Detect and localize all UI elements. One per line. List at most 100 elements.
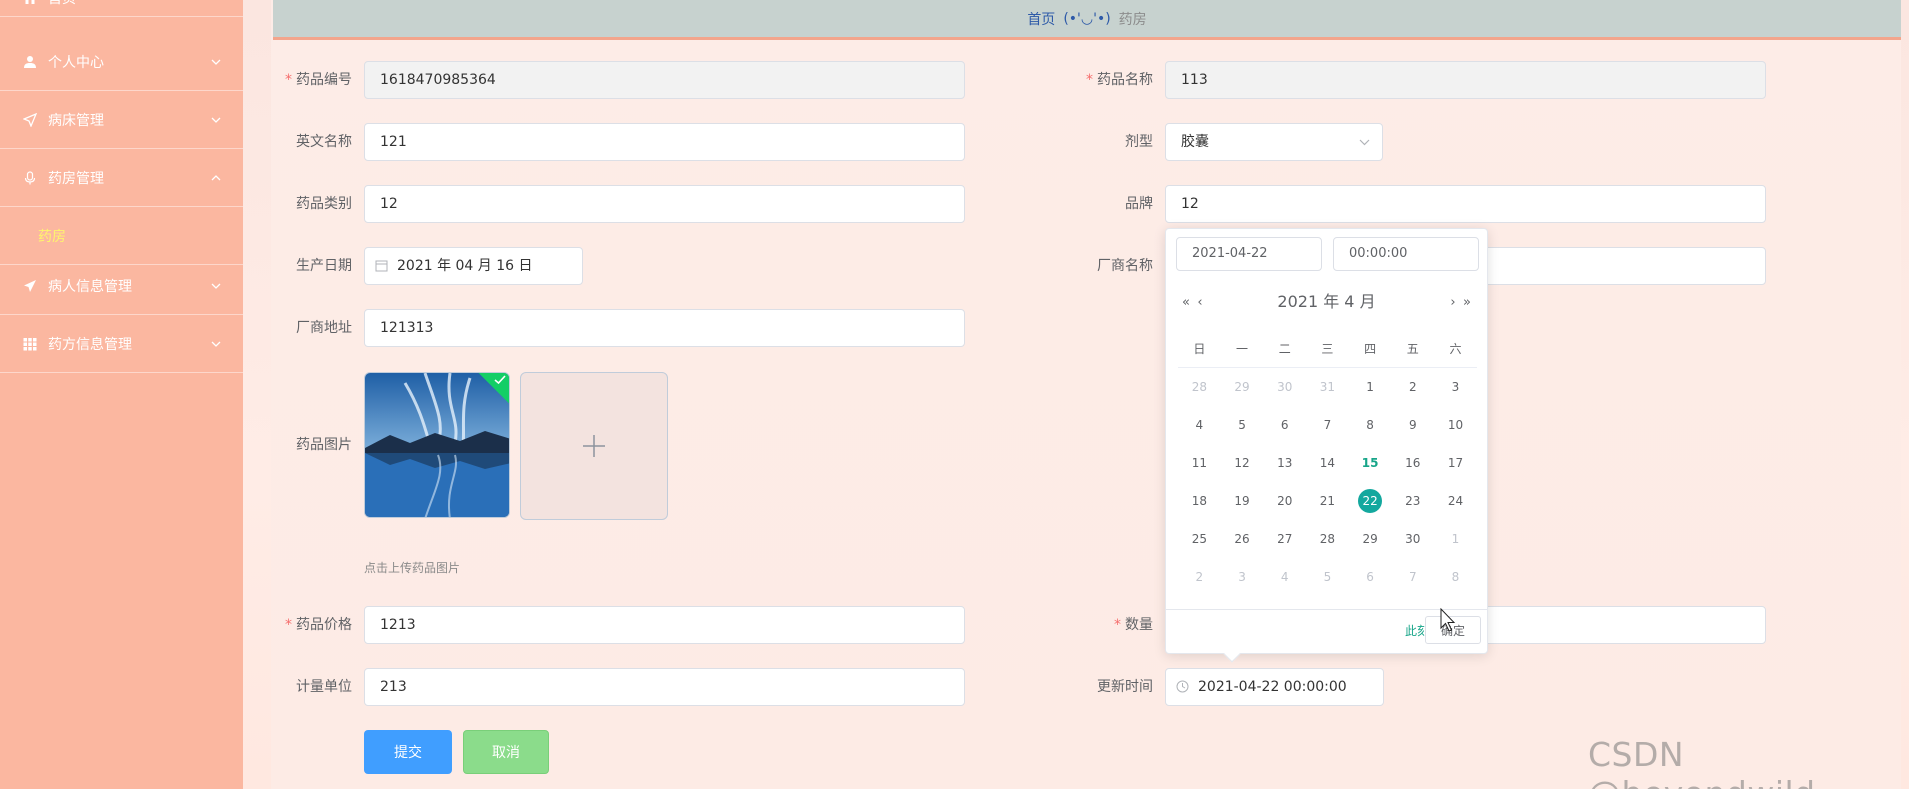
chevron-down-icon <box>211 57 221 67</box>
chevron-down-icon <box>211 281 221 291</box>
calendar-day[interactable]: 1 <box>1349 372 1392 402</box>
calendar-day[interactable]: 3 <box>1221 562 1264 592</box>
calendar-day[interactable]: 29 <box>1349 524 1392 554</box>
calendar-day[interactable]: 19 <box>1221 486 1264 516</box>
picker-month-header[interactable]: 2021 年 4 月 <box>1166 289 1487 315</box>
calendar-day[interactable]: 28 <box>1178 372 1221 402</box>
dosage-form-select[interactable]: 胶囊 <box>1165 123 1383 161</box>
sidebar-item-beds[interactable]: 病床管理 <box>0 92 243 149</box>
calendar-day[interactable]: 4 <box>1263 562 1306 592</box>
calendar-day[interactable]: 6 <box>1349 562 1392 592</box>
calendar-day[interactable]: 7 <box>1391 562 1434 592</box>
calendar-day[interactable]: 1 <box>1434 524 1477 554</box>
next-year-icon[interactable]: » <box>1457 292 1477 312</box>
check-icon <box>494 375 506 385</box>
calendar-day[interactable]: 28 <box>1306 524 1349 554</box>
category-input[interactable]: 12 <box>364 185 965 223</box>
calendar-day-today[interactable]: 15 <box>1349 448 1392 478</box>
sidebar-item-home[interactable]: 首页 <box>0 0 243 17</box>
submit-button[interactable]: 提交 <box>364 730 452 774</box>
upload-tip: 点击上传药品图片 <box>364 561 461 575</box>
sidebar-item-patients[interactable]: 病人信息管理 <box>0 258 243 315</box>
calendar-day-label: 3 <box>1451 380 1460 394</box>
dosage-form-label: 剂型 <box>1125 134 1153 150</box>
calendar-day-label: 6 <box>1366 570 1374 584</box>
calendar-day[interactable]: 8 <box>1349 410 1392 440</box>
calendar-day[interactable]: 7 <box>1306 410 1349 440</box>
unit-label: 计量单位 <box>296 679 352 695</box>
calendar-day-selected[interactable]: 22 <box>1349 486 1392 516</box>
calendar-day[interactable]: 31 <box>1306 372 1349 402</box>
calendar-day-label: 22 <box>1358 489 1383 513</box>
calendar-day[interactable]: 24 <box>1434 486 1477 516</box>
calendar-day[interactable]: 5 <box>1306 562 1349 592</box>
calendar-day[interactable]: 5 <box>1221 410 1264 440</box>
sidebar-item-profile[interactable]: 个人中心 <box>0 34 243 91</box>
manufacturer-address-input[interactable]: 121313 <box>364 309 965 347</box>
calendar-day[interactable]: 25 <box>1178 524 1221 554</box>
calendar-day[interactable]: 21 <box>1306 486 1349 516</box>
home-icon <box>22 0 38 6</box>
calendar-day[interactable]: 2 <box>1178 562 1221 592</box>
calendar-week-row: 25 26 27 28 29 30 1 <box>1178 520 1477 558</box>
calendar-day[interactable]: 11 <box>1178 448 1221 478</box>
breadcrumb-current: 药房 <box>1118 11 1147 28</box>
calendar-day-label: 6 <box>1280 418 1289 432</box>
picker-footer: 此刻 确定 <box>1166 609 1487 653</box>
calendar-icon <box>375 250 389 272</box>
drug-code-input[interactable]: 1618470985364 <box>364 61 965 99</box>
calendar-day[interactable]: 4 <box>1178 410 1221 440</box>
production-date-input[interactable]: 2021 年 04 月 16 日 <box>364 247 583 285</box>
calendar-day[interactable]: 12 <box>1221 448 1264 478</box>
calendar-week-row: 4 5 6 7 8 9 10 <box>1178 406 1477 444</box>
calendar-day-label: 4 <box>1195 418 1204 432</box>
calendar-day[interactable]: 9 <box>1391 410 1434 440</box>
calendar-day[interactable]: 30 <box>1391 524 1434 554</box>
calendar-day-label: 28 <box>1191 380 1207 394</box>
picker-date-input[interactable]: 2021-04-22 <box>1176 237 1322 271</box>
calendar-day[interactable]: 14 <box>1306 448 1349 478</box>
uploaded-image-thumbnail[interactable] <box>364 372 510 518</box>
calendar-day-label: 5 <box>1323 570 1332 584</box>
cancel-button[interactable]: 取消 <box>463 730 549 774</box>
calendar-day[interactable]: 26 <box>1221 524 1264 554</box>
calendar-day[interactable]: 6 <box>1263 410 1306 440</box>
brand-input[interactable]: 12 <box>1165 185 1766 223</box>
calendar-day[interactable]: 2 <box>1391 372 1434 402</box>
english-name-input[interactable]: 121 <box>364 123 965 161</box>
breadcrumb-home[interactable]: 首页 <box>1027 9 1055 29</box>
production-date-label: 生产日期 <box>296 258 352 274</box>
price-input[interactable]: 1213 <box>364 606 965 644</box>
calendar-day-label: 4 <box>1280 570 1289 584</box>
sidebar-subitem-pharmacy[interactable]: 药房 <box>0 208 243 265</box>
sidebar-item-prescriptions[interactable]: 药方信息管理 <box>0 316 243 373</box>
calendar-day[interactable]: 27 <box>1263 524 1306 554</box>
sidebar-item-pharmacy[interactable]: 药房管理 <box>0 150 243 207</box>
picker-time-input[interactable]: 00:00:00 <box>1333 237 1479 271</box>
calendar-day[interactable]: 29 <box>1221 372 1264 402</box>
calendar-day[interactable]: 16 <box>1391 448 1434 478</box>
calendar-day-label: 7 <box>1323 418 1332 432</box>
landscape-image <box>365 373 509 517</box>
calendar-day[interactable]: 17 <box>1434 448 1477 478</box>
calendar-day[interactable]: 23 <box>1391 486 1434 516</box>
update-time-input[interactable]: 2021-04-22 00:00:00 <box>1165 668 1384 706</box>
unit-input[interactable]: 213 <box>364 668 965 706</box>
drug-name-input[interactable]: 113 <box>1165 61 1766 99</box>
calendar-day[interactable]: 10 <box>1434 410 1477 440</box>
calendar-grid: 日一二三四五六 28 29 30 31 1 2 3 4 5 6 7 8 9 10 11 12 13 14 15 16 1… <box>1178 330 1477 596</box>
calendar-day[interactable]: 3 <box>1434 372 1477 402</box>
production-date-value: 2021 年 04 月 16 日 <box>397 258 533 274</box>
weekday-label: 二 <box>1278 341 1291 356</box>
calendar-day[interactable]: 8 <box>1434 562 1477 592</box>
calendar-day[interactable]: 30 <box>1263 372 1306 402</box>
upload-add-button[interactable] <box>520 372 668 520</box>
calendar-day[interactable]: 20 <box>1263 486 1306 516</box>
chevron-down-icon <box>211 339 221 349</box>
calendar-day-label: 18 <box>1191 494 1207 508</box>
calendar-day[interactable]: 13 <box>1263 448 1306 478</box>
calendar-day-label: 26 <box>1234 532 1250 546</box>
calendar-day[interactable]: 18 <box>1178 486 1221 516</box>
plus-icon <box>583 435 605 457</box>
calendar-day-label: 16 <box>1405 456 1421 470</box>
